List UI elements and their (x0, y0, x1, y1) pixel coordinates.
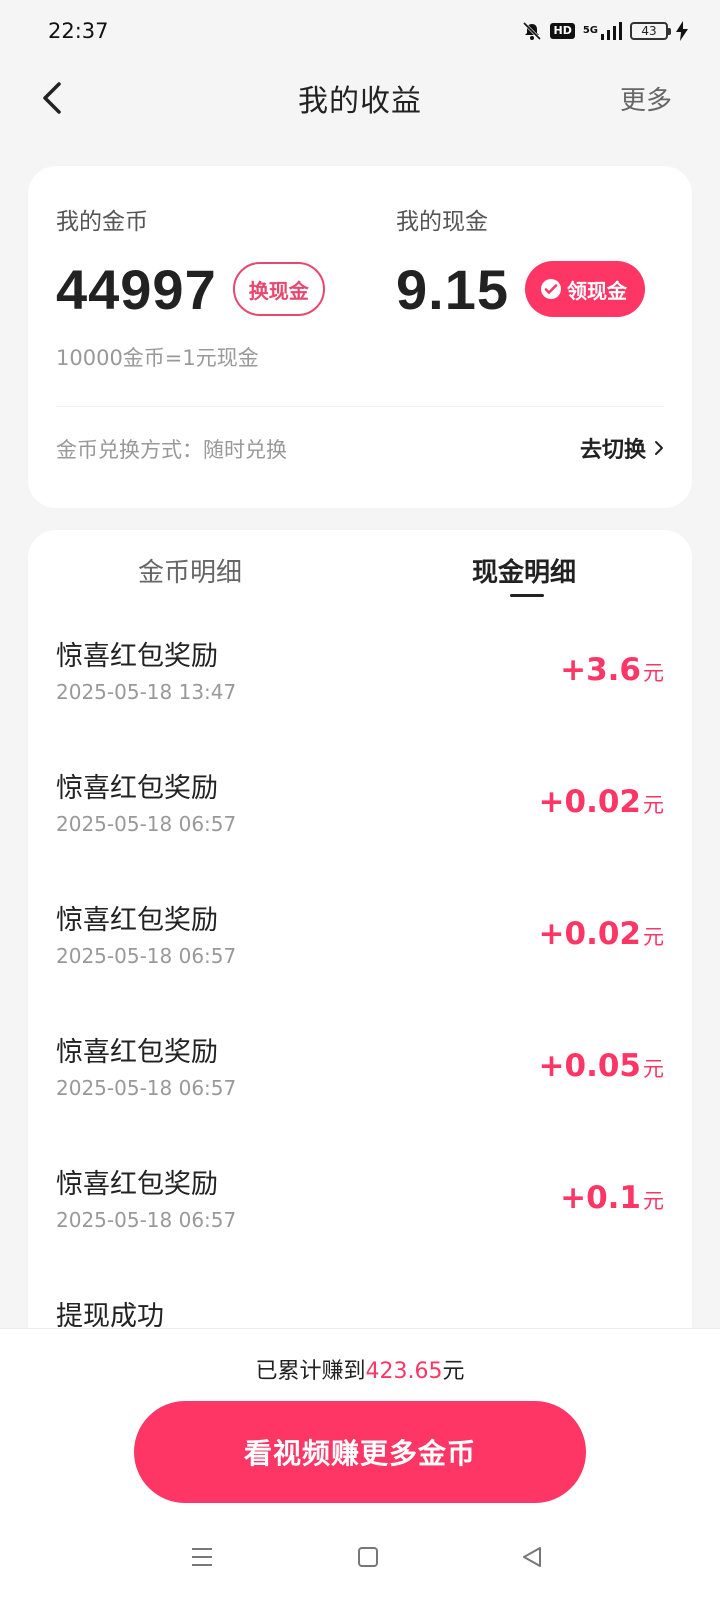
wallet-badge-icon (541, 279, 561, 299)
total-prefix: 已累计赚到 (255, 1359, 366, 1384)
more-button[interactable]: 更多 (620, 80, 672, 117)
chevron-left-icon (43, 82, 61, 114)
transaction-amount: +3.6 元 (560, 652, 664, 688)
exchange-cash-button[interactable]: 换现金 (232, 262, 325, 316)
amount-value: +3.6 (560, 652, 641, 688)
list-item[interactable]: 惊喜红包奖励 2025-05-18 06:57 +0.02 元 (28, 746, 692, 878)
triangle-back-icon (523, 1547, 541, 1567)
system-nav-bar (0, 1517, 720, 1600)
status-time: 22:37 (48, 19, 109, 43)
switch-mode-label: 去切换 (579, 438, 646, 463)
status-icons: HD 5G 43 (522, 21, 688, 41)
transaction-time: 2025-05-18 06:57 (56, 1076, 237, 1100)
chevron-right-icon (655, 441, 663, 455)
transaction-title: 惊喜红包奖励 (56, 1169, 218, 1200)
network-type: 5G (582, 25, 598, 36)
coins-label: 我的金币 (56, 209, 148, 235)
signal-icon: 5G (583, 22, 622, 40)
exchange-rate: 10000金币=1元现金 (56, 346, 259, 370)
watch-video-earn-button[interactable]: 看视频赚更多金币 (134, 1401, 586, 1503)
amount-unit: 元 (643, 1057, 664, 1081)
square-icon (358, 1547, 378, 1567)
transaction-time: 2025-05-18 06:57 (56, 1208, 237, 1232)
amount-unit: 元 (643, 925, 664, 949)
transaction-time: 2025-05-18 06:57 (56, 944, 237, 968)
balance-card: 我的金币 44997 换现金 我的现金 9.15 领现金 10000金币=1元现… (28, 166, 692, 508)
divider (56, 406, 664, 407)
cash-value: 9.15 (396, 257, 509, 321)
coins-balance: 我的金币 44997 换现金 (56, 202, 325, 322)
transaction-amount: +0.02 元 (539, 784, 664, 820)
transaction-amount: +0.02 元 (539, 916, 664, 952)
system-back-button[interactable] (512, 1537, 552, 1577)
amount-unit: 元 (643, 661, 664, 685)
tabs: 金币明细 现金明细 (28, 530, 692, 614)
total-suffix: 元 (442, 1359, 465, 1384)
transaction-amount: +0.05 元 (539, 1048, 664, 1084)
cash-balance: 我的现金 9.15 领现金 (396, 202, 645, 322)
total-amount: 423.65 (365, 1359, 443, 1384)
hd-icon: HD (550, 23, 575, 39)
recents-button[interactable] (182, 1537, 222, 1577)
tab-cash-details[interactable]: 现金明细 (472, 552, 576, 589)
coins-value: 44997 (56, 257, 217, 321)
transaction-list: 惊喜红包奖励 2025-05-18 13:47 +3.6 元 惊喜红包奖励 202… (28, 614, 692, 1330)
list-item[interactable]: 提现成功 (28, 1274, 692, 1330)
amount-unit: 元 (643, 793, 664, 817)
transaction-title: 惊喜红包奖励 (56, 1037, 218, 1068)
bottom-panel: 已累计赚到423.65元 看视频赚更多金币 (0, 1328, 720, 1600)
page-title: 我的收益 (298, 84, 422, 119)
transaction-title: 惊喜红包奖励 (56, 905, 218, 936)
amount-value: +0.1 (560, 1180, 641, 1216)
menu-icon (192, 1548, 212, 1566)
tab-coin-details[interactable]: 金币明细 (138, 552, 242, 589)
exchange-mode: 金币兑换方式：随时兑换 (56, 438, 287, 462)
header: 我的收益 更多 (0, 62, 720, 134)
back-button[interactable] (32, 78, 72, 118)
transaction-title: 惊喜红包奖励 (56, 773, 218, 804)
list-item[interactable]: 惊喜红包奖励 2025-05-18 13:47 +3.6 元 (28, 614, 692, 746)
home-button[interactable] (348, 1537, 388, 1577)
transaction-amount: +0.1 元 (560, 1180, 664, 1216)
charging-icon (676, 21, 688, 41)
transaction-time: 2025-05-18 13:47 (56, 680, 237, 704)
amount-value: +0.02 (538, 916, 641, 952)
list-item[interactable]: 惊喜红包奖励 2025-05-18 06:57 +0.02 元 (28, 878, 692, 1010)
withdraw-cash-label: 领现金 (567, 278, 627, 303)
list-item[interactable]: 惊喜红包奖励 2025-05-18 06:57 +0.1 元 (28, 1142, 692, 1274)
active-tab-indicator (510, 594, 544, 597)
battery-icon: 43 (630, 22, 671, 40)
switch-mode-link[interactable]: 去切换 (580, 432, 664, 464)
transaction-title: 惊喜红包奖励 (56, 641, 218, 672)
amount-unit: 元 (643, 1189, 664, 1213)
details-card: 金币明细 现金明细 惊喜红包奖励 2025-05-18 13:47 +3.6 元 … (28, 530, 692, 1330)
mute-icon (522, 21, 542, 41)
status-bar: 22:37 HD 5G 43 (0, 0, 720, 62)
withdraw-cash-button[interactable]: 领现金 (525, 261, 645, 317)
cash-label: 我的现金 (396, 209, 488, 235)
total-earned: 已累计赚到423.65元 (0, 1353, 720, 1385)
amount-value: +0.05 (538, 1048, 641, 1084)
list-item[interactable]: 惊喜红包奖励 2025-05-18 06:57 +0.05 元 (28, 1010, 692, 1142)
transaction-time: 2025-05-18 06:57 (56, 812, 237, 836)
amount-value: +0.02 (538, 784, 641, 820)
transaction-title: 提现成功 (56, 1301, 164, 1330)
